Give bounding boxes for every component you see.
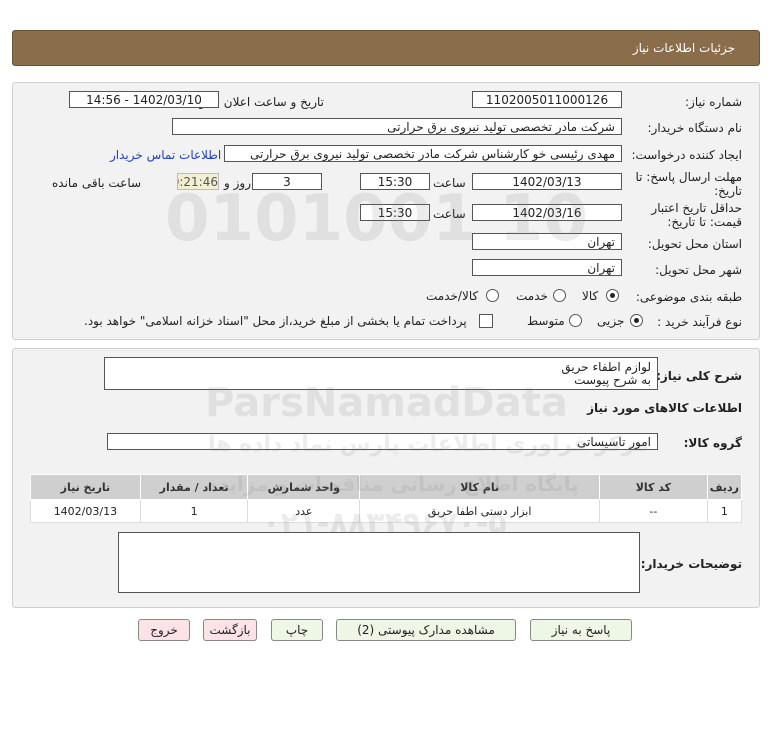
- category-goods-radio[interactable]: [606, 289, 619, 302]
- page-title: جزئیات اطلاعات نیاز: [632, 41, 735, 55]
- goods-table: ردیف کد کالا نام کالا واحد شمارش تعداد /…: [30, 474, 743, 523]
- goods-group-label: گروه کالا:: [683, 436, 742, 450]
- col-qty: تعداد / مقدار: [139, 474, 249, 500]
- goods-info-title: اطلاعات کالاهای مورد نیاز: [587, 401, 742, 415]
- deadline-label: مهلت ارسال پاسخ: تا: [635, 170, 742, 184]
- cell-code: --: [599, 499, 708, 523]
- category-both-radio[interactable]: [486, 289, 499, 302]
- remaining-label: ساعت باقی مانده: [52, 176, 142, 190]
- buyer-notes-field: [118, 532, 640, 593]
- cell-date: 1402/03/13: [30, 499, 141, 523]
- summary-label: شرح کلی نیاز:: [656, 369, 742, 383]
- cell-row: 1: [706, 499, 743, 523]
- category-service-label: خدمت: [516, 289, 548, 303]
- print-button[interactable]: چاپ: [271, 619, 323, 641]
- deadline-time-label: ساعت: [433, 176, 466, 190]
- need-number-field: 1102005011000126: [472, 91, 622, 108]
- creator-label: ایجاد کننده درخواست:: [631, 148, 742, 162]
- city-label: شهر محل تحویل:: [655, 263, 742, 277]
- process-minor-label: جزیی: [597, 314, 625, 328]
- validity-date-field: 1402/03/16: [472, 204, 622, 221]
- process-label: نوع فرآیند خرید :: [657, 315, 742, 329]
- back-button[interactable]: بازگشت: [203, 619, 257, 641]
- payment-note: پرداخت تمام یا بخشی از مبلغ خرید،از محل …: [84, 314, 467, 328]
- validity-label: حداقل تاریخ اعتبار: [651, 201, 742, 215]
- process-medium-label: متوسط: [527, 314, 565, 328]
- col-code: کد کالا: [599, 474, 708, 500]
- category-both-label: کالا/خدمت: [426, 289, 479, 303]
- creator-field: مهدی رئیسی خو کارشناس شرکت مادر تخصصی تو…: [224, 145, 622, 162]
- city-field: تهران: [472, 259, 622, 276]
- process-minor-radio[interactable]: [630, 314, 643, 327]
- announce-field: 1402/03/10 - 14:56: [69, 91, 219, 108]
- need-number-label: شماره نیاز:: [685, 95, 742, 109]
- buyer-notes-label: توضیحات خریدار:: [640, 557, 742, 571]
- summary-line-1: لوازم اطفاء حریق: [561, 360, 651, 374]
- category-goods-label: کالا: [582, 289, 599, 303]
- category-service-radio[interactable]: [553, 289, 566, 302]
- province-label: استان محل تحویل:: [647, 237, 742, 251]
- treasury-checkbox[interactable]: [479, 314, 493, 328]
- validity-time-label: ساعت: [433, 207, 466, 221]
- table-row: 1 -- ابزار دستی اطفا حریق عدد 1 1402/03/…: [30, 499, 743, 523]
- province-field: تهران: [472, 233, 622, 250]
- attachments-button[interactable]: مشاهده مدارک پیوستی (2): [336, 619, 516, 641]
- summary-line-2: به شرح پیوست: [574, 373, 651, 387]
- validity-label-2: قیمت: تا تاریخ:: [667, 215, 742, 229]
- goods-table-header: ردیف کد کالا نام کالا واحد شمارش تعداد /…: [30, 474, 743, 500]
- buyer-org-field: شرکت مادر تخصصی تولید نیروی برق حرارتی: [172, 118, 622, 135]
- page-header: جزئیات اطلاعات نیاز: [12, 30, 760, 66]
- contact-buyer-link[interactable]: اطلاعات تماس خریدار: [110, 148, 221, 162]
- goods-group-field: امور تاسیساتی: [107, 433, 658, 450]
- buyer-org-label: نام دستگاه خریدار:: [647, 121, 743, 135]
- reply-button[interactable]: پاسخ به نیاز: [530, 619, 632, 641]
- exit-button[interactable]: خروج: [138, 619, 190, 641]
- process-medium-radio[interactable]: [569, 314, 582, 327]
- days-field: 3: [252, 173, 322, 190]
- remaining-timer: 00:21:46: [177, 173, 219, 190]
- deadline-time-field: 15:30: [360, 173, 430, 190]
- days-label: روز و: [224, 176, 251, 190]
- deadline-label-2: تاریخ:: [714, 184, 742, 198]
- summary-field: لوازم اطفاء حریق به شرح پیوست: [104, 357, 658, 390]
- col-name: نام کالا: [359, 474, 601, 500]
- cell-name: ابزار دستی اطفا حریق: [359, 499, 601, 523]
- category-label: طبقه بندی موضوعی:: [635, 290, 742, 304]
- col-row: ردیف: [706, 474, 743, 500]
- cell-unit: عدد: [247, 499, 361, 523]
- col-unit: واحد شمارش: [247, 474, 361, 500]
- cell-qty: 1: [139, 499, 249, 523]
- validity-time-field: 15:30: [360, 204, 430, 221]
- col-date: تاریخ نیاز: [30, 474, 141, 500]
- deadline-date-field: 1402/03/13: [472, 173, 622, 190]
